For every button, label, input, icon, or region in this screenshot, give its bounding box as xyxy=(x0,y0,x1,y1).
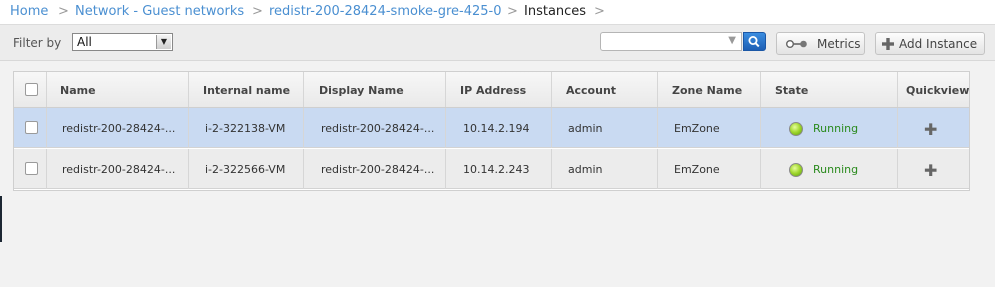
instance-display-name: redistr-200-28424-... xyxy=(321,122,435,135)
column-header-display-name[interactable]: Display Name xyxy=(304,72,446,107)
column-header-zone-name[interactable]: Zone Name xyxy=(658,72,761,107)
metrics-label: Metrics xyxy=(817,37,861,51)
filter-select[interactable]: All ▼ xyxy=(72,33,173,51)
instance-account: admin xyxy=(568,122,603,135)
toolbar: Filter by All ▼ ▼ Metrics Add Instance xyxy=(0,25,995,61)
metrics-icon xyxy=(786,40,807,48)
search-dropdown-icon[interactable]: ▼ xyxy=(728,35,736,46)
cell-ip-address: 10.14.2.243 xyxy=(446,149,552,189)
breadcrumb-separator: > xyxy=(58,4,69,19)
column-header-label: Display Name xyxy=(319,84,404,97)
instance-zone: EmZone xyxy=(674,163,720,176)
select-all-checkbox[interactable] xyxy=(25,83,38,96)
instance-state: Running xyxy=(813,122,859,135)
add-instance-button[interactable]: Add Instance xyxy=(875,32,985,55)
instance-display-name: redistr-200-28424-... xyxy=(321,163,435,176)
add-instance-label: Add Instance xyxy=(899,37,978,51)
metrics-button[interactable]: Metrics xyxy=(776,32,865,55)
plus-icon xyxy=(882,38,894,50)
column-header-account[interactable]: Account xyxy=(552,72,658,107)
search-input[interactable] xyxy=(604,34,723,50)
column-header-internal-name[interactable]: Internal name xyxy=(189,72,304,107)
quickview-plus-icon[interactable]: ✚ xyxy=(924,163,937,179)
instance-internal-name: i-2-322566-VM xyxy=(205,163,286,176)
row-select-cell xyxy=(14,149,47,189)
instance-ip-address: 10.14.2.243 xyxy=(463,163,530,176)
column-header-label: Quickview xyxy=(906,84,970,97)
table-row[interactable]: redistr-200-28424-... i-2-322138-VM redi… xyxy=(14,108,969,148)
cell-internal-name: i-2-322138-VM xyxy=(189,108,304,148)
row-select-cell xyxy=(14,108,47,148)
instance-name[interactable]: redistr-200-28424-... xyxy=(62,122,175,135)
cell-display-name: redistr-200-28424-... xyxy=(304,108,446,148)
instance-account: admin xyxy=(568,163,603,176)
breadcrumb-separator: > xyxy=(252,4,263,19)
cell-display-name: redistr-200-28424-... xyxy=(304,149,446,189)
search-button[interactable] xyxy=(743,32,766,51)
cell-quickview: ✚ xyxy=(898,108,969,148)
running-indicator-icon xyxy=(789,122,803,136)
breadcrumb-guest-networks[interactable]: Network - Guest networks xyxy=(75,4,244,19)
instance-name[interactable]: redistr-200-28424-... xyxy=(62,163,175,176)
cell-ip-address: 10.14.2.194 xyxy=(446,108,552,148)
column-header-label: Account xyxy=(566,84,617,97)
header-select-all-cell xyxy=(14,72,47,107)
instances-table: Name Internal name Display Name IP Addre… xyxy=(13,71,970,191)
column-header-label: Zone Name xyxy=(672,84,743,97)
instance-ip-address: 10.14.2.194 xyxy=(463,122,530,135)
cell-account: admin xyxy=(552,149,658,189)
row-checkbox[interactable] xyxy=(25,162,38,175)
column-header-label: Name xyxy=(60,84,96,97)
cell-name: redistr-200-28424-... xyxy=(47,108,189,148)
filter-select-value: All xyxy=(77,35,92,49)
running-indicator-icon xyxy=(789,163,803,177)
row-checkbox[interactable] xyxy=(25,121,38,134)
breadcrumb-separator: > xyxy=(507,4,518,19)
chevron-down-icon: ▼ xyxy=(156,35,171,49)
column-header-label: Internal name xyxy=(203,84,291,97)
column-header-ip-address[interactable]: IP Address xyxy=(446,72,552,107)
breadcrumb-separator: > xyxy=(594,4,605,19)
cell-zone-name: EmZone xyxy=(658,149,761,189)
cell-state: Running xyxy=(761,149,898,189)
cell-zone-name: EmZone xyxy=(658,108,761,148)
column-header-quickview[interactable]: Quickview xyxy=(898,72,969,107)
quickview-plus-icon[interactable]: ✚ xyxy=(924,122,937,138)
breadcrumb-home[interactable]: Home xyxy=(10,4,48,19)
cell-quickview: ✚ xyxy=(898,149,969,189)
breadcrumb: Home > Network - Guest networks > redist… xyxy=(0,0,995,25)
filter-label: Filter by xyxy=(13,36,62,50)
cell-internal-name: i-2-322566-VM xyxy=(189,149,304,189)
breadcrumb-instances: Instances xyxy=(524,4,587,19)
cell-account: admin xyxy=(552,108,658,148)
table-row[interactable]: redistr-200-28424-... i-2-322566-VM redi… xyxy=(14,149,969,189)
instance-zone: EmZone xyxy=(674,122,720,135)
cell-state: Running xyxy=(761,108,898,148)
breadcrumb-network[interactable]: redistr-200-28424-smoke-gre-425-0 xyxy=(269,4,501,19)
column-header-label: State xyxy=(775,84,809,97)
column-header-name[interactable]: Name xyxy=(47,72,189,107)
search-box[interactable]: ▼ xyxy=(600,32,742,51)
column-header-label: IP Address xyxy=(460,84,527,97)
instance-state: Running xyxy=(813,163,859,176)
left-edge-strip xyxy=(0,196,2,242)
cell-name: redistr-200-28424-... xyxy=(47,149,189,189)
magnifier-icon xyxy=(748,36,760,48)
table-header: Name Internal name Display Name IP Addre… xyxy=(14,72,969,108)
instance-internal-name: i-2-322138-VM xyxy=(205,122,286,135)
column-header-state[interactable]: State xyxy=(761,72,898,107)
